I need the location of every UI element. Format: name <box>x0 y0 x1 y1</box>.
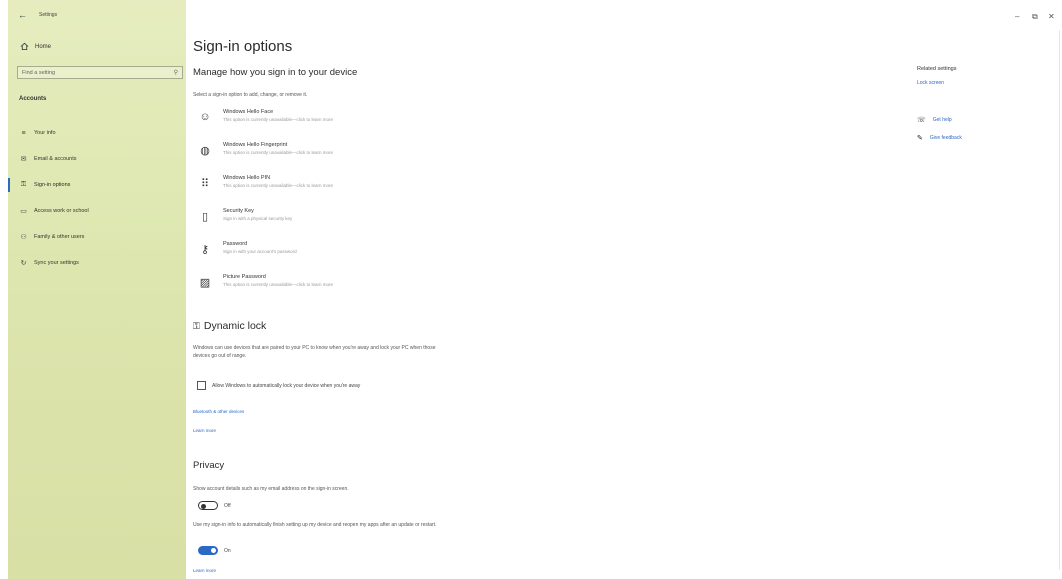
section-heading-accounts: Accounts <box>19 96 47 102</box>
sidebar-item-access-work[interactable]: ▭ Access work or school <box>8 198 186 224</box>
toggle-switch-off[interactable] <box>198 501 218 510</box>
option-title: Windows Hello Face <box>223 109 274 115</box>
fingerprint-icon: ◍ <box>200 144 210 157</box>
close-button[interactable]: ✕ <box>1048 12 1055 21</box>
help-icon: ☏ <box>917 117 926 124</box>
window-title: Settings <box>39 12 58 18</box>
sidebar-item-label: Email & accounts <box>34 156 77 162</box>
get-help-label: Get help <box>932 117 952 123</box>
toggle-signin-info[interactable]: On <box>198 546 231 555</box>
select-instruction: Select a sign-in option to add, change, … <box>193 92 308 98</box>
sidebar-item-label: Sync your settings <box>34 260 79 266</box>
toggle-switch-on[interactable] <box>198 546 218 555</box>
sidebar-item-sign-in-options[interactable]: ⚿ Sign-in options <box>8 172 186 198</box>
dynamic-lock-checkbox[interactable]: Allow Windows to automatically lock your… <box>197 381 360 390</box>
picture-icon: ▨ <box>199 276 211 289</box>
checkbox-label: Allow Windows to automatically lock your… <box>212 382 361 389</box>
sidebar-item-email-accounts[interactable]: ✉ Email & accounts <box>8 146 186 172</box>
bluetooth-devices-link[interactable]: Bluetooth & other devices <box>193 409 244 414</box>
sidebar-item-sync[interactable]: ↻ Sync your settings <box>8 250 186 276</box>
option-security-key[interactable]: ▯ Security Key Sign in with a physical s… <box>197 208 292 224</box>
mail-icon: ✉ <box>20 156 27 163</box>
option-picture-password[interactable]: ▨ Picture Password This option is curren… <box>197 274 333 290</box>
briefcase-icon: ▭ <box>20 208 27 215</box>
privacy-desc-account: Show account details such as my email ad… <box>193 486 349 492</box>
option-face[interactable]: ☺ Windows Hello Face This option is curr… <box>197 109 333 125</box>
option-desc: Sign in with your account's password <box>223 249 297 254</box>
sidebar: ← Settings Home Find a setting ⚲ Account… <box>8 0 186 579</box>
key-icon: ⚿ <box>20 181 27 188</box>
related-heading: Related settings <box>917 66 957 72</box>
toggle-state-label: On <box>224 547 231 554</box>
back-arrow-icon[interactable]: ← <box>18 10 27 20</box>
dynamic-lock-icon: ⚿ <box>193 320 200 331</box>
option-password[interactable]: ⚷ Password Sign in with your account's p… <box>197 241 297 257</box>
page-subtitle: Manage how you sign in to your device <box>193 67 358 78</box>
option-title: Windows Hello PIN <box>223 175 271 181</box>
learn-more-link-dynamic[interactable]: Learn more <box>193 428 216 433</box>
option-desc: This option is currently unavailable—cli… <box>223 150 334 155</box>
option-fingerprint[interactable]: ◍ Windows Hello Fingerprint This option … <box>197 142 333 158</box>
toggle-state-label: Off <box>224 502 231 509</box>
sidebar-nav: ≡ Your info ✉ Email & accounts ⚿ Sign-in… <box>8 120 186 276</box>
restore-button[interactable]: ⧉ <box>1032 12 1038 22</box>
search-input[interactable]: Find a setting ⚲ <box>17 66 183 79</box>
feedback-icon: ✎ <box>917 135 923 142</box>
privacy-desc-signin: Use my sign-in info to automatically fin… <box>193 522 437 528</box>
dynamic-lock-heading: ⚿ Dynamic lock <box>193 320 266 332</box>
checkbox-box[interactable] <box>197 381 206 390</box>
sidebar-item-family[interactable]: ⚇ Family & other users <box>8 224 186 250</box>
toggle-account-details[interactable]: Off <box>198 501 231 510</box>
privacy-heading: Privacy <box>193 460 225 471</box>
option-desc: Sign in with a physical security key <box>223 216 293 221</box>
option-pin[interactable]: ⠿ Windows Hello PIN This option is curre… <box>197 175 333 191</box>
title-bar: ← Settings <box>18 9 57 21</box>
option-desc: This option is currently unavailable—cli… <box>223 117 334 122</box>
keypad-icon: ⠿ <box>200 177 210 190</box>
lock-screen-link[interactable]: Lock screen <box>917 80 956 86</box>
sidebar-item-label: Sign-in options <box>34 182 71 188</box>
option-title: Windows Hello Fingerprint <box>223 142 288 148</box>
sync-icon: ↻ <box>20 260 27 267</box>
sidebar-item-label: Your info <box>34 130 56 136</box>
learn-more-link-privacy[interactable]: Learn more <box>193 568 216 573</box>
scrollbar[interactable] <box>1059 30 1060 570</box>
password-key-icon: ⚷ <box>200 243 210 256</box>
search-icon: ⚲ <box>173 70 178 76</box>
option-title: Password <box>223 241 248 247</box>
usb-key-icon: ▯ <box>201 210 209 223</box>
option-desc: This option is currently unavailable—cli… <box>223 282 334 287</box>
search-placeholder: Find a setting <box>22 69 56 76</box>
sidebar-item-label: Family & other users <box>34 234 85 240</box>
face-icon: ☺ <box>199 111 211 123</box>
sidebar-item-label: Access work or school <box>34 208 89 214</box>
dynamic-lock-description: Windows can use devices that are paired … <box>193 345 436 359</box>
page-title: Sign-in options <box>193 38 293 55</box>
home-label: Home <box>35 43 52 50</box>
sidebar-item-your-info[interactable]: ≡ Your info <box>8 120 186 146</box>
give-feedback-label: Give feedback <box>929 135 962 141</box>
option-title: Security Key <box>223 208 254 214</box>
dynamic-lock-title: Dynamic lock <box>203 320 267 332</box>
related-settings: Related settings Lock screen <box>917 66 956 86</box>
home-icon <box>20 42 29 51</box>
option-desc: This option is currently unavailable—cli… <box>223 183 334 188</box>
home-link[interactable]: Home <box>20 42 51 51</box>
give-feedback-link[interactable]: ✎ Give feedback <box>917 134 962 142</box>
contact-card-icon: ≡ <box>21 129 26 137</box>
people-icon: ⚇ <box>20 234 27 241</box>
main-content: Sign-in options Manage how you sign in t… <box>193 0 883 579</box>
get-help-link[interactable]: ☏ Get help <box>917 116 952 124</box>
minimize-button[interactable]: – <box>1015 12 1019 21</box>
option-title: Picture Password <box>223 274 266 280</box>
